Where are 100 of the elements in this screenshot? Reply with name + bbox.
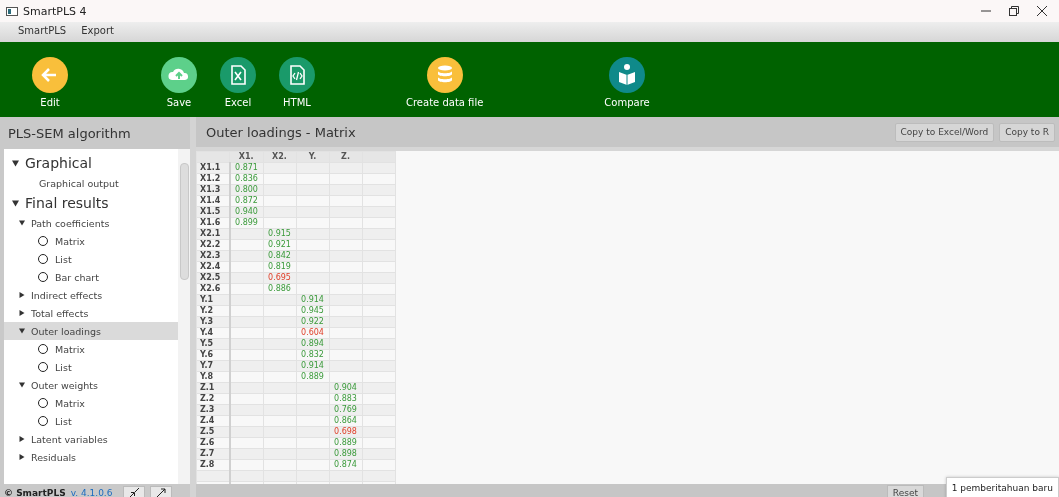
row-header: Z.5	[196, 426, 230, 438]
notification-toast[interactable]: 1 pemberitahuan baru	[945, 477, 1059, 497]
row-header: X2.5	[196, 272, 230, 284]
toolbar-button[interactable]: Save	[161, 57, 197, 108]
table-cell: 0.836	[229, 173, 263, 185]
code-file-icon	[279, 57, 315, 93]
tree-item[interactable]: Outer weights	[31, 379, 98, 391]
table-cell: 0.842	[263, 250, 296, 262]
expanded-triangle-icon[interactable]	[12, 159, 19, 167]
cloud-upload-icon	[161, 57, 197, 93]
row-header: Y.3	[196, 316, 230, 328]
radio-button[interactable]	[38, 362, 48, 372]
table-cell: 0.914	[296, 294, 329, 306]
table-cell: 0.604	[296, 327, 329, 339]
copyright-text: © SmartPLS	[4, 487, 66, 497]
row-header: X2.3	[196, 250, 230, 262]
view-title: Outer loadings - Matrix	[206, 124, 357, 140]
tree-item[interactable]: Path coefficients	[31, 217, 110, 229]
toolbar-button[interactable]: Create data file	[406, 57, 484, 108]
table-cell: 0.800	[229, 184, 263, 196]
reading-person-icon	[609, 57, 646, 93]
copy-button[interactable]: Copy to Excel/Word	[894, 122, 995, 142]
table-cell: 0.899	[229, 217, 263, 229]
radio-button[interactable]	[38, 416, 48, 426]
panel-title: PLS-SEM algorithm	[7, 124, 132, 143]
expanded-triangle-icon[interactable]	[19, 220, 25, 226]
spreadsheet-file-icon	[220, 57, 256, 93]
radio-button[interactable]	[38, 398, 48, 408]
row-header: Z.3	[196, 404, 230, 416]
expanded-triangle-icon[interactable]	[19, 328, 25, 334]
tree-item[interactable]: Matrix	[55, 343, 85, 355]
radio-button[interactable]	[38, 254, 48, 264]
column-header: X1.	[229, 151, 263, 163]
table-cell: 0.889	[329, 437, 362, 449]
radio-button[interactable]	[38, 236, 48, 246]
table-cell: 0.915	[263, 228, 296, 240]
tree-item[interactable]: Graphical	[25, 155, 92, 171]
toolbar-button[interactable]: Compare	[604, 57, 650, 108]
collapse-button[interactable]	[123, 485, 146, 497]
tree-item[interactable]: Graphical output	[39, 177, 119, 189]
row-header: X1.5	[196, 206, 230, 218]
window-title: SmartPLS 4	[23, 4, 88, 18]
radio-button[interactable]	[38, 344, 48, 354]
column-header: Y.	[296, 151, 329, 163]
table-cell: 0.921	[263, 239, 296, 251]
collapsed-triangle-icon[interactable]	[19, 310, 25, 316]
column-header: Z.	[329, 151, 362, 163]
table-cell: 0.872	[229, 195, 263, 207]
tree-item[interactable]: Latent variables	[31, 433, 108, 445]
copy-button[interactable]: Copy to R	[999, 122, 1055, 142]
tree-item[interactable]: List	[55, 361, 72, 373]
toolbar-button[interactable]: Excel	[220, 57, 256, 108]
collapsed-triangle-icon[interactable]	[19, 454, 25, 460]
tree-item[interactable]: Indirect effects	[31, 289, 103, 301]
table-cell: 0.874	[329, 459, 362, 471]
column-header: X2.	[263, 151, 296, 163]
menu-item[interactable]: Export	[81, 24, 114, 36]
row-header: Y.5	[196, 338, 230, 350]
table-cell: 0.871	[229, 162, 263, 174]
row-header: Y.1	[196, 294, 230, 306]
row-header: Z.7	[196, 448, 230, 460]
toolbar-button[interactable]: Edit	[32, 57, 68, 108]
restore-icon[interactable]	[1009, 6, 1019, 16]
scrollbar[interactable]	[178, 149, 190, 484]
tree-item[interactable]: Matrix	[55, 397, 85, 409]
row-header: Y.7	[196, 360, 230, 372]
table-cell: 0.886	[263, 283, 296, 295]
radio-button[interactable]	[38, 272, 48, 282]
close-icon[interactable]	[1037, 6, 1047, 16]
table-cell: 0.832	[296, 349, 329, 361]
table-cell: 0.922	[296, 316, 329, 328]
row-header: X2.1	[196, 228, 230, 240]
app-icon	[6, 6, 18, 16]
table-cell: 0.945	[296, 305, 329, 317]
tree-item[interactable]: Final results	[25, 195, 109, 211]
tree-item[interactable]: Residuals	[31, 451, 77, 463]
tree-item[interactable]: Bar chart	[55, 271, 99, 283]
table-cell: 0.695	[263, 272, 296, 284]
expanded-triangle-icon[interactable]	[19, 382, 25, 388]
table-cell: 0.914	[296, 360, 329, 372]
table-cell: 0.698	[329, 426, 362, 438]
table-cell: 0.769	[329, 404, 362, 416]
expand-button[interactable]	[150, 485, 173, 497]
tree-item[interactable]: List	[55, 253, 72, 265]
row-header: X1.3	[196, 184, 230, 196]
table-cell: 0.819	[263, 261, 296, 273]
tree-item[interactable]: Matrix	[55, 235, 85, 247]
expanded-triangle-icon[interactable]	[12, 199, 19, 207]
table-cell: 0.889	[296, 371, 329, 383]
collapsed-triangle-icon[interactable]	[19, 292, 25, 298]
tree-item[interactable]: Total effects	[31, 307, 89, 319]
table-cell: 0.898	[329, 448, 362, 460]
table-cell: 0.940	[229, 206, 263, 218]
menu-item[interactable]: SmartPLS	[18, 24, 67, 36]
database-icon	[426, 57, 463, 93]
row-header: Z.1	[196, 382, 230, 394]
reset-button[interactable]: Reset	[886, 485, 924, 497]
tree-item[interactable]: List	[55, 415, 72, 427]
collapsed-triangle-icon[interactable]	[19, 436, 25, 442]
toolbar-button[interactable]: HTML	[279, 57, 315, 108]
